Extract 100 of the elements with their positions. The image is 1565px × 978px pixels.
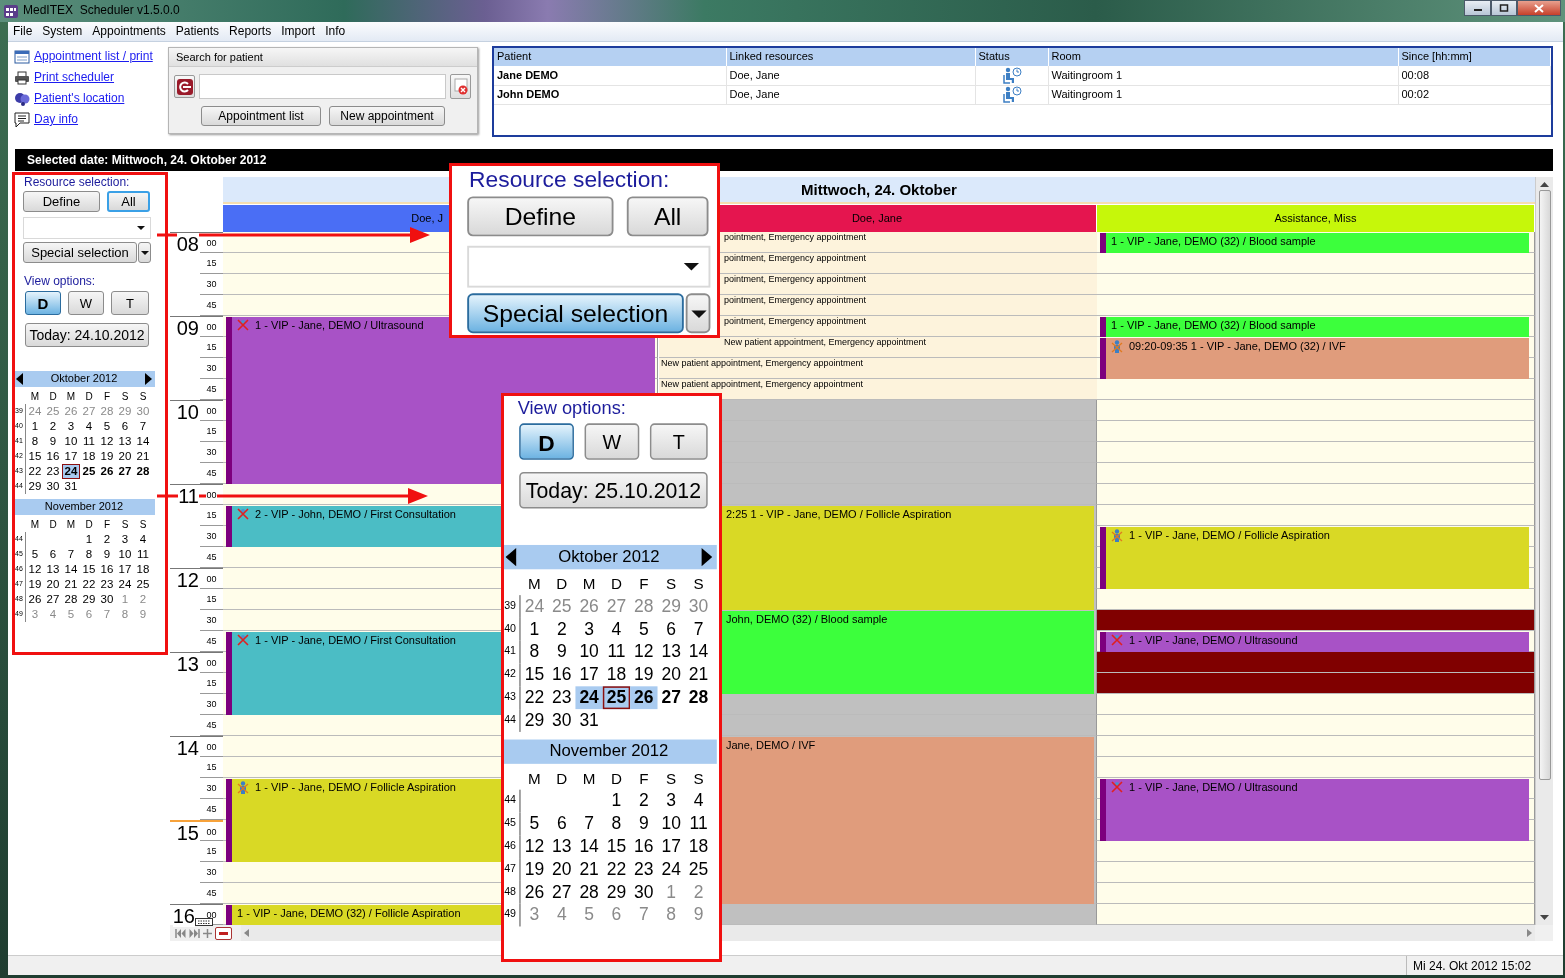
view-mode-button[interactable]: T: [111, 291, 149, 315]
view-mode-button[interactable]: W: [68, 291, 104, 315]
calendar-day[interactable]: 7: [134, 419, 152, 434]
calendar-day[interactable]: 29: [26, 479, 44, 494]
calendar-day[interactable]: 26: [630, 686, 658, 710]
clear-button[interactable]: [450, 74, 471, 99]
column-header[interactable]: Room: [1048, 48, 1398, 66]
minimize-button[interactable]: [1464, 0, 1491, 16]
calendar-day[interactable]: 19: [630, 663, 658, 687]
calendar-day[interactable]: 17: [62, 449, 80, 464]
calendar-day[interactable]: 29: [80, 592, 98, 607]
dropdown-button[interactable]: [685, 293, 711, 334]
calendar-day[interactable]: 18: [134, 562, 152, 577]
calendar-day[interactable]: 18: [80, 449, 98, 464]
calendar-day[interactable]: 21: [62, 577, 80, 592]
down-arrow-icon[interactable]: [1540, 915, 1549, 921]
resource-button[interactable]: Define: [23, 191, 100, 212]
calendar-day[interactable]: 30: [98, 592, 116, 607]
next-icon[interactable]: [700, 548, 713, 567]
maximize-button[interactable]: [1491, 0, 1517, 16]
calendar-day[interactable]: 17: [575, 663, 603, 687]
calendar-day[interactable]: 8: [26, 434, 44, 449]
calendar-day[interactable]: 29: [602, 880, 631, 904]
calendar-day[interactable]: 30: [44, 479, 62, 494]
calendar-day[interactable]: 5: [62, 607, 80, 622]
calendar-day[interactable]: 9: [134, 607, 152, 622]
calendar-day[interactable]: 6: [116, 419, 134, 434]
calendar-day[interactable]: 23: [44, 464, 62, 479]
calendar-day[interactable]: 26: [98, 464, 116, 479]
calendar-day[interactable]: 5: [26, 547, 44, 562]
patient-picker-button[interactable]: [174, 75, 195, 98]
panel-button[interactable]: Appointment list: [201, 106, 321, 126]
appointment-block[interactable]: 1 - VIP - Jane, DEMO / Follicle Aspiration: [1100, 527, 1529, 589]
calendar-day[interactable]: 21: [134, 449, 152, 464]
menu-item[interactable]: Patients: [170, 24, 225, 39]
column-header[interactable]: Since [hh:mm]: [1398, 48, 1551, 66]
calendar-day[interactable]: 9: [548, 640, 576, 664]
calendar-day[interactable]: 15: [80, 562, 98, 577]
calendar-day[interactable]: 9: [684, 903, 713, 927]
calendar-day[interactable]: 14: [575, 835, 603, 859]
calendar-day[interactable]: 24: [62, 464, 80, 479]
calendar-day[interactable]: 18: [684, 835, 713, 859]
scroll-thumb[interactable]: [1538, 190, 1551, 780]
calendar-day[interactable]: 11: [684, 812, 713, 836]
calendar-day[interactable]: 26: [26, 592, 44, 607]
calendar-day[interactable]: 25: [80, 464, 98, 479]
calendar-day[interactable]: 8: [602, 812, 631, 836]
calendar-day[interactable]: 6: [80, 607, 98, 622]
left-arrow-icon[interactable]: [244, 929, 249, 937]
calendar-day[interactable]: 27: [548, 880, 576, 904]
calendar-day[interactable]: 23: [548, 686, 576, 710]
calendar-day[interactable]: 31: [62, 479, 80, 494]
calendar-day[interactable]: 22: [26, 464, 44, 479]
calendar-day[interactable]: 27: [80, 404, 98, 419]
appointment-block[interactable]: 1 - VIP - Jane, DEMO / Ultrasound: [1100, 632, 1529, 652]
special-selection-button[interactable]: Special selection: [23, 242, 137, 263]
resource-button[interactable]: Define: [467, 196, 614, 237]
calendar-day[interactable]: 8: [657, 903, 685, 927]
calendar-day[interactable]: 23: [98, 577, 116, 592]
calendar-day[interactable]: 4: [548, 903, 576, 927]
first-icon[interactable]: [175, 928, 186, 938]
calendar-day[interactable]: 11: [602, 640, 631, 664]
calendar-day[interactable]: 3: [62, 419, 80, 434]
calendar-day[interactable]: 12: [26, 562, 44, 577]
calendar-day[interactable]: 15: [520, 663, 549, 687]
calendar-day[interactable]: 24: [116, 577, 134, 592]
calendar-day[interactable]: 10: [116, 547, 134, 562]
calendar-day[interactable]: 19: [26, 577, 44, 592]
menu-item[interactable]: File: [8, 24, 38, 39]
right-arrow-icon[interactable]: [1527, 929, 1532, 937]
calendar-day[interactable]: 9: [630, 812, 658, 836]
free-slot[interactable]: New patient appointment, Emergency appointment: [659, 379, 1097, 400]
special-selection-button[interactable]: Special selection: [467, 293, 684, 334]
menu-item[interactable]: Appointments: [87, 24, 171, 39]
calendar-day[interactable]: 22: [80, 577, 98, 592]
calendar-day[interactable]: 3: [26, 607, 44, 622]
calendar-day[interactable]: 29: [116, 404, 134, 419]
calendar-day[interactable]: 6: [548, 812, 576, 836]
calendar-day[interactable]: 9: [98, 547, 116, 562]
calendar-day[interactable]: 8: [520, 640, 549, 664]
calendar-day[interactable]: 20: [44, 577, 62, 592]
calendar-day[interactable]: 4: [80, 419, 98, 434]
calendar-day[interactable]: 8: [80, 547, 98, 562]
calendar-day[interactable]: 28: [98, 404, 116, 419]
menu-item[interactable]: Reports: [224, 24, 277, 39]
next-icon[interactable]: [144, 373, 152, 385]
free-slot[interactable]: New patient appointment, Emergency appointment: [659, 358, 1097, 379]
calendar-day[interactable]: 25: [134, 577, 152, 592]
remove-button[interactable]: [215, 926, 232, 940]
calendar-day[interactable]: 2: [134, 592, 152, 607]
calendar-day[interactable]: 11: [134, 547, 152, 562]
calendar-day[interactable]: 28: [630, 595, 658, 618]
calendar-day[interactable]: 14: [62, 562, 80, 577]
search-field[interactable]: [199, 74, 446, 99]
calendar-day[interactable]: 14: [134, 434, 152, 449]
quick-link[interactable]: Print scheduler: [34, 70, 115, 85]
calendar-day[interactable]: 5: [520, 812, 549, 836]
calendar-day[interactable]: 8: [116, 607, 134, 622]
calendar-day[interactable]: 7: [62, 547, 80, 562]
view-mode-button[interactable]: W: [584, 423, 640, 460]
